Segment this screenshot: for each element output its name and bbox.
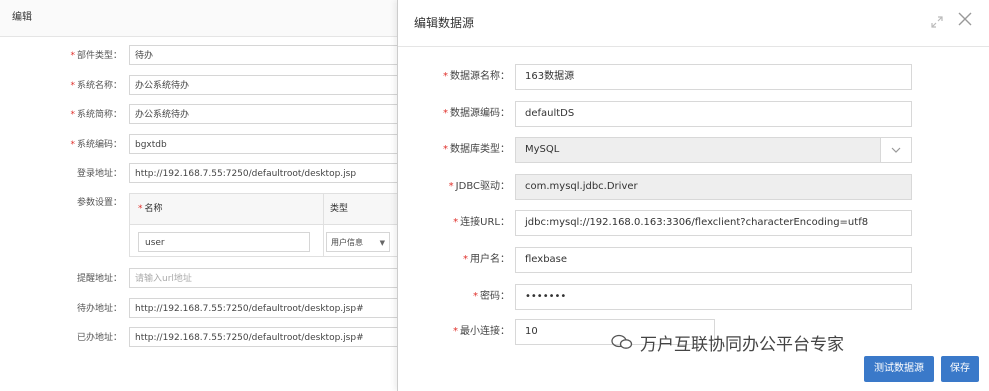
ds-name-input[interactable]: 163数据源: [515, 64, 912, 90]
system-name-row: * 系统名称： 办公系统待办: [0, 75, 409, 97]
watermark-text: 万户互联协同办公平台专家: [640, 335, 844, 355]
save-button[interactable]: 保存: [941, 356, 979, 382]
dialog-title: 编辑数据源: [414, 16, 475, 30]
maximize-icon[interactable]: [931, 16, 943, 28]
component-edit-panel: 编辑 * 部件类型： 待办 * 系统名称： 办公系统待办 * 系统简称： 办公系统待办…: [0, 0, 409, 391]
password-input[interactable]: •••••••: [515, 284, 912, 310]
ds-name-row: * 数据源名称： 163数据源: [398, 64, 989, 90]
system-code-label: * 系统编码：: [70, 140, 122, 150]
connection-url-label: * 连接URL：: [453, 217, 510, 228]
caret-down-icon: ▼: [379, 239, 385, 247]
todo-url-row: 待办地址： http://192.168.7.55:7250/defaultro…: [0, 298, 409, 320]
component-type-label: * 部件类型：: [70, 51, 122, 61]
system-name-input[interactable]: 办公系统待办: [129, 75, 409, 95]
ds-code-row: * 数据源编码： defaultDS: [398, 101, 989, 127]
login-url-label: 登录地址：: [76, 169, 122, 179]
params-table: * 名称 类型 user 用户信息 ▼: [129, 193, 401, 257]
params-label: 参数设置：: [76, 198, 122, 208]
connection-url-input[interactable]: jdbc:mysql://192.168.0.163:3306/flexclie…: [515, 210, 912, 236]
system-short-name-input[interactable]: 办公系统待办: [129, 104, 409, 124]
wechat-icon: [611, 334, 633, 350]
password-label: * 密码：: [473, 291, 510, 302]
system-code-row: * 系统编码： bgxtdb: [0, 134, 409, 156]
db-type-select[interactable]: MySQL: [515, 137, 912, 163]
username-label: * 用户名：: [463, 254, 510, 265]
close-icon[interactable]: [957, 12, 973, 28]
system-short-name-row: * 系统简称： 办公系统待办: [0, 104, 409, 126]
done-url-label: 已办地址：: [76, 333, 122, 343]
param-type-value: 用户信息: [331, 238, 363, 247]
jdbc-driver-row: * JDBC驱动： com.mysql.jdbc.Driver: [398, 174, 989, 200]
param-type-select[interactable]: 用户信息 ▼: [326, 232, 390, 252]
min-connections-label: * 最小连接：: [453, 326, 510, 337]
done-url-row: 已办地址： http://192.168.7.55:7250/defaultro…: [0, 327, 409, 349]
password-row: * 密码： •••••••: [398, 284, 989, 310]
ds-name-label: * 数据源名称：: [443, 71, 510, 82]
todo-url-input[interactable]: http://192.168.7.55:7250/defaultroot/des…: [129, 298, 409, 318]
reminder-url-input[interactable]: 请输入url地址: [129, 268, 409, 288]
panel-title: 编辑: [0, 0, 400, 37]
reminder-url-row: 提醒地址： 请输入url地址: [0, 268, 409, 290]
connection-url-row: * 连接URL： jdbc:mysql://192.168.0.163:3306/…: [398, 210, 989, 236]
system-short-name-label: * 系统简称：: [70, 110, 122, 120]
jdbc-driver-label: * JDBC驱动：: [448, 181, 510, 192]
param-name-input[interactable]: user: [138, 232, 310, 252]
db-type-value: MySQL: [525, 144, 560, 155]
username-input[interactable]: flexbase: [515, 247, 912, 273]
chevron-down-icon[interactable]: [880, 138, 911, 162]
dialog-header: 编辑数据源: [398, 0, 989, 47]
jdbc-driver-input[interactable]: com.mysql.jdbc.Driver: [515, 174, 912, 200]
system-name-label: * 系统名称：: [70, 81, 122, 91]
todo-url-label: 待办地址：: [76, 304, 122, 314]
ds-code-label: * 数据源编码：: [443, 108, 510, 119]
reminder-url-label: 提醒地址：: [76, 274, 122, 284]
db-type-row: * 数据库类型： MySQL: [398, 137, 989, 163]
login-url-row: 登录地址： http://192.168.7.55:7250/defaultro…: [0, 163, 409, 185]
system-code-input[interactable]: bgxtdb: [129, 134, 409, 154]
done-url-input[interactable]: http://192.168.7.55:7250/defaultroot/des…: [129, 327, 409, 347]
params-col-name: * 名称: [138, 204, 163, 214]
username-row: * 用户名： flexbase: [398, 247, 989, 273]
ds-code-input[interactable]: defaultDS: [515, 101, 912, 127]
login-url-input[interactable]: http://192.168.7.55:7250/defaultroot/des…: [129, 163, 409, 183]
db-type-label: * 数据库类型：: [443, 144, 510, 155]
component-type-input[interactable]: 待办: [129, 45, 409, 65]
test-datasource-button[interactable]: 测试数据源: [864, 356, 934, 382]
params-table-header: [130, 194, 400, 225]
component-type-row: * 部件类型： 待办: [0, 45, 409, 67]
